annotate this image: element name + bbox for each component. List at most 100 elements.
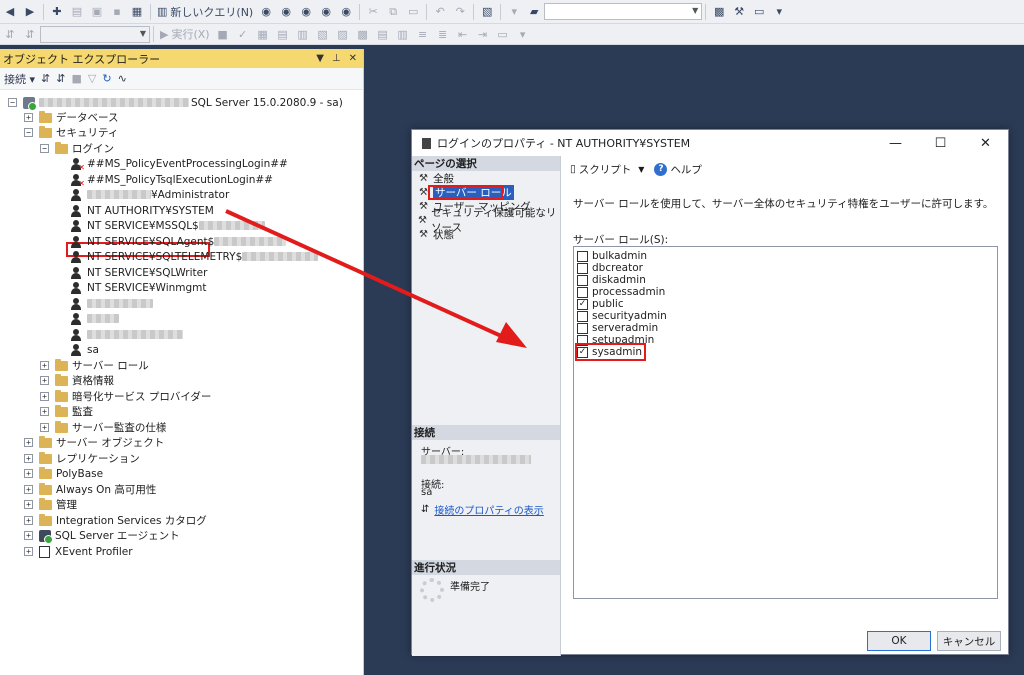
- expand-icon[interactable]: +: [24, 516, 33, 525]
- tree-node-always-on[interactable]: + Always On 高可用性: [24, 482, 156, 497]
- maximize-icon[interactable]: ☐: [918, 136, 963, 151]
- expand-icon[interactable]: +: [24, 531, 33, 540]
- expand-icon[interactable]: +: [24, 469, 33, 478]
- help-button[interactable]: ? ヘルプ: [654, 162, 702, 177]
- toolbox-icon[interactable]: ▭: [750, 3, 768, 21]
- dropdown-icon[interactable]: ▼: [316, 53, 324, 64]
- dax-query-icon[interactable]: ◉: [297, 3, 315, 21]
- save-icon[interactable]: ▪: [108, 3, 126, 21]
- database-combo[interactable]: ▼: [40, 25, 150, 43]
- cancel-button[interactable]: キャンセル: [937, 631, 1001, 651]
- new-project-icon[interactable]: ✚: [48, 3, 66, 21]
- expand-icon[interactable]: +: [24, 113, 33, 122]
- tree-node-credentials[interactable]: + 資格情報: [40, 373, 114, 388]
- tool-icon[interactable]: ▧: [314, 25, 332, 43]
- outdent-icon[interactable]: ⇤: [454, 25, 472, 43]
- page-general[interactable]: ⚒ 全般: [412, 171, 560, 185]
- tree-node-audit-specs[interactable]: + サーバー監査の仕様: [40, 420, 166, 435]
- tree-node-login-selected[interactable]: NT AUTHORITY¥SYSTEM: [71, 203, 214, 218]
- uncomment-icon[interactable]: ≣: [434, 25, 452, 43]
- activity-monitor-icon[interactable]: ▧: [478, 3, 496, 21]
- tool-icon[interactable]: ▨: [334, 25, 352, 43]
- activity-icon[interactable]: ∿: [118, 72, 127, 85]
- tree-node-logins[interactable]: − ログイン: [40, 141, 114, 156]
- tree-node-login[interactable]: [71, 327, 183, 342]
- expand-icon[interactable]: +: [40, 361, 49, 370]
- role-item[interactable]: bulkadmin: [577, 250, 647, 262]
- tree-node-login[interactable]: ¥Administrator: [71, 187, 229, 202]
- tree-node-agent[interactable]: + SQL Server エージェント: [24, 528, 180, 544]
- role-item[interactable]: processadmin: [577, 286, 665, 298]
- redo-icon[interactable]: ↷: [451, 3, 469, 21]
- template-icon[interactable]: ▭: [494, 25, 512, 43]
- overflow-icon[interactable]: ▾: [514, 25, 532, 43]
- checkbox[interactable]: [577, 310, 588, 322]
- close-icon[interactable]: ✕: [349, 53, 357, 64]
- expand-icon[interactable]: +: [24, 485, 33, 494]
- expand-icon[interactable]: +: [24, 438, 33, 447]
- collapse-icon[interactable]: −: [40, 144, 49, 153]
- expand-icon[interactable]: +: [24, 454, 33, 463]
- new-file-icon[interactable]: ▤: [68, 3, 86, 21]
- tree-node-login[interactable]: NT SERVICE¥SQLWriter: [71, 265, 207, 280]
- close-icon[interactable]: ✕: [963, 136, 1008, 151]
- tree-node-login[interactable]: ✕ ##MS_PolicyEventProcessingLogin##: [71, 156, 288, 172]
- tree-node-security[interactable]: − セキュリティ: [24, 125, 118, 140]
- tree-node-audits[interactable]: + 監査: [40, 404, 93, 419]
- forward-icon[interactable]: ▶: [21, 3, 39, 21]
- find-combo[interactable]: ▼: [544, 3, 703, 20]
- tree-node-polybase[interactable]: + PolyBase: [24, 466, 103, 481]
- cut-icon[interactable]: ✂: [364, 3, 382, 21]
- connect-dropdown[interactable]: 接続 ▾: [4, 71, 35, 87]
- save-all-icon[interactable]: ▦: [128, 3, 146, 21]
- role-item[interactable]: diskadmin: [577, 274, 646, 286]
- checkbox[interactable]: [577, 274, 588, 286]
- copy-icon[interactable]: ⧉: [384, 3, 402, 21]
- overflow-icon[interactable]: ▾: [770, 3, 788, 21]
- dmx-query-icon[interactable]: ◉: [277, 3, 295, 21]
- xml-query-icon[interactable]: ◉: [337, 3, 355, 21]
- tree-node-crypto[interactable]: + 暗号化サービス プロバイダー: [40, 389, 211, 404]
- xmla-query-icon[interactable]: ◉: [317, 3, 335, 21]
- checkbox[interactable]: [577, 322, 588, 334]
- collapse-icon[interactable]: −: [24, 128, 33, 137]
- mdx-query-icon[interactable]: ◉: [257, 3, 275, 21]
- properties-icon[interactable]: ⚒: [730, 3, 748, 21]
- execute-button[interactable]: ▶ 実行(X): [158, 25, 212, 43]
- tool-icon[interactable]: ▩: [354, 25, 372, 43]
- tree-node-databases[interactable]: + データベース: [24, 110, 118, 125]
- role-item[interactable]: ✓ public: [577, 298, 624, 310]
- minimize-icon[interactable]: —: [873, 136, 918, 151]
- stop-icon[interactable]: ■: [214, 25, 232, 43]
- expand-icon[interactable]: +: [40, 407, 49, 416]
- disconnect-icon[interactable]: ⇵: [56, 72, 65, 85]
- refresh-icon[interactable]: ↻: [102, 72, 111, 85]
- checkbox-checked[interactable]: ✓: [577, 298, 588, 310]
- tree-node-login[interactable]: NT SERVICE¥MSSQL$: [71, 218, 265, 233]
- back-icon[interactable]: ◀: [1, 3, 19, 21]
- find-icon[interactable]: ▰: [525, 3, 543, 21]
- tool-icon[interactable]: ▤: [374, 25, 392, 43]
- indent-icon[interactable]: ⇥: [474, 25, 492, 43]
- tree-node-server-objects[interactable]: + サーバー オブジェクト: [24, 435, 164, 450]
- tree-node-login[interactable]: [71, 296, 153, 311]
- paste-icon[interactable]: ▭: [404, 3, 422, 21]
- tree-node-replication[interactable]: + レプリケーション: [24, 451, 140, 466]
- view-connection-properties-link[interactable]: ⇵ 接続のプロパティの表示: [421, 502, 544, 517]
- expand-icon[interactable]: +: [40, 376, 49, 385]
- role-item[interactable]: securityadmin: [577, 310, 667, 322]
- dropdown-arrow-icon[interactable]: ▾: [505, 3, 523, 21]
- expand-icon[interactable]: +: [24, 547, 33, 556]
- script-button[interactable]: ▯ スクリプト ▼: [570, 162, 644, 177]
- tree-node-login[interactable]: [71, 311, 119, 326]
- disconnect-icon[interactable]: ⇵: [21, 25, 39, 43]
- checkbox[interactable]: [577, 286, 588, 298]
- collapse-icon[interactable]: −: [8, 98, 17, 107]
- tree-node-xevent[interactable]: + XEvent Profiler: [24, 544, 133, 559]
- tree-node-server-roles[interactable]: + サーバー ロール: [40, 358, 149, 373]
- open-file-icon[interactable]: ▣: [88, 3, 106, 21]
- ok-button[interactable]: OK: [867, 631, 931, 651]
- stop-icon[interactable]: ■: [71, 72, 81, 85]
- pin-icon[interactable]: ⊥: [332, 53, 341, 64]
- tree-node-management[interactable]: + 管理: [24, 497, 77, 512]
